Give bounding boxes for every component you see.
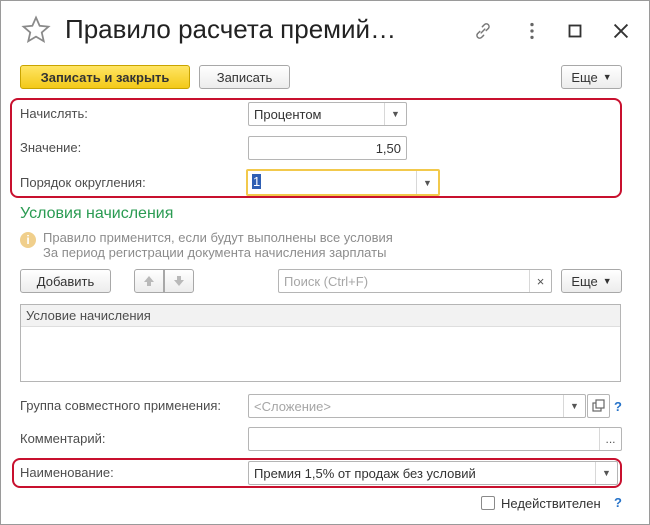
arrow-up-icon[interactable] [134,269,164,293]
search-placeholder: Поиск (Ctrl+F) [284,274,369,289]
inactive-checkbox[interactable] [481,496,495,510]
conditions-table[interactable]: Условие начисления [20,304,621,382]
accrue-select[interactable]: Процентом ▼ [248,102,407,126]
name-input[interactable]: Премия 1,5% от продаж без условий ▼ [248,461,618,485]
info-icon: i [20,232,36,248]
conditions-title: Условия начисления [20,205,174,222]
value-input[interactable]: 1,50 [248,136,407,160]
group-select[interactable]: <Сложение> ▼ [248,394,586,418]
conditions-more-button[interactable]: Еще ▼ [561,269,622,293]
value-label: Значение: [20,140,82,155]
close-icon[interactable] [609,19,633,43]
chevron-down-icon: ▼ [602,72,612,82]
clear-icon[interactable]: × [529,270,551,292]
name-label: Наименование: [20,465,114,480]
dialog-window: Правило расчета премий… Записать и закры… [0,0,650,525]
rounding-select-value: 1 [252,174,262,189]
save-button[interactable]: Записать [199,65,290,89]
comment-label: Комментарий: [20,431,106,446]
chevron-down-icon[interactable]: ▼ [384,103,406,125]
chevron-down-icon[interactable]: ▼ [595,462,617,484]
value-input-value: 1,50 [375,141,401,156]
ellipsis-icon[interactable]: ... [599,428,621,450]
inactive-label: Недействителен [501,496,601,511]
group-help-icon[interactable]: ? [614,399,622,414]
chevron-down-icon[interactable]: ▼ [563,395,585,417]
arrow-down-icon[interactable] [164,269,194,293]
accrue-select-value: Процентом [254,107,322,122]
conditions-hint-line1: Правило применится, если будут выполнены… [43,230,393,245]
accrue-label: Начислять: [20,106,88,121]
more-button[interactable]: Еще ▼ [561,65,622,89]
more-button-label: Еще [571,69,598,85]
group-select-value: <Сложение> [254,399,331,414]
conditions-hint-line2: За период регистрации документа начислен… [43,245,387,260]
comment-input[interactable]: ... [248,427,622,451]
maximize-icon[interactable] [563,19,587,43]
group-label: Группа совместного применения: [20,398,221,413]
chevron-down-icon: ▼ [602,276,612,286]
open-icon[interactable] [587,394,610,418]
window-title: Правило расчета премий… [65,14,397,44]
add-button[interactable]: Добавить [20,269,111,293]
rounding-label: Порядок округления: [20,175,146,190]
link-icon[interactable] [471,19,495,43]
search-input[interactable]: Поиск (Ctrl+F) × [278,269,552,293]
more-vertical-icon[interactable] [520,19,544,43]
star-icon[interactable] [21,15,51,45]
table-header: Условие начисления [21,305,620,327]
inactive-help-icon[interactable]: ? [614,495,622,510]
chevron-down-icon[interactable]: ▼ [416,171,438,194]
save-and-close-button[interactable]: Записать и закрыть [20,65,190,89]
conditions-more-label: Еще [571,273,598,289]
rounding-select[interactable]: 1 ▼ [246,169,440,196]
name-input-value: Премия 1,5% от продаж без условий [254,466,476,481]
